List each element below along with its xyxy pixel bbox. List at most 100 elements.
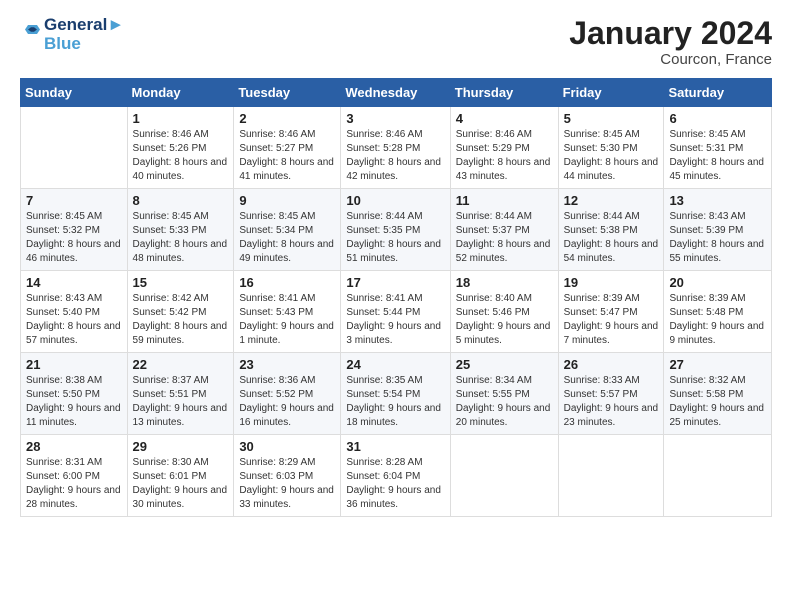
- day-info: Sunrise: 8:38 AM Sunset: 5:50 PM Dayligh…: [26, 374, 122, 430]
- day-info: Sunrise: 8:33 AM Sunset: 5:57 PM Dayligh…: [564, 374, 659, 430]
- header-saturday: Saturday: [664, 79, 772, 107]
- month-title: January 2024: [569, 16, 772, 51]
- daylight-text: Daylight: 8 hours and 59 minutes.: [133, 320, 229, 348]
- sunrise-text: Sunrise: 8:39 AM: [669, 292, 766, 306]
- daylight-text: Daylight: 9 hours and 20 minutes.: [456, 402, 553, 430]
- sunset-text: Sunset: 5:54 PM: [346, 388, 444, 402]
- day-info: Sunrise: 8:43 AM Sunset: 5:40 PM Dayligh…: [26, 292, 122, 348]
- day-info: Sunrise: 8:44 AM Sunset: 5:38 PM Dayligh…: [564, 210, 659, 266]
- sunset-text: Sunset: 5:29 PM: [456, 142, 553, 156]
- sunset-text: Sunset: 6:00 PM: [26, 470, 122, 484]
- sunset-text: Sunset: 6:03 PM: [239, 470, 335, 484]
- daylight-text: Daylight: 8 hours and 43 minutes.: [456, 156, 553, 184]
- day-number: 24: [346, 357, 444, 372]
- calendar-cell: 23 Sunrise: 8:36 AM Sunset: 5:52 PM Dayl…: [234, 353, 341, 435]
- day-number: 5: [564, 111, 659, 126]
- day-info: Sunrise: 8:41 AM Sunset: 5:44 PM Dayligh…: [346, 292, 444, 348]
- day-number: 1: [133, 111, 229, 126]
- calendar-cell: 9 Sunrise: 8:45 AM Sunset: 5:34 PM Dayli…: [234, 189, 341, 271]
- sunset-text: Sunset: 5:52 PM: [239, 388, 335, 402]
- daylight-text: Daylight: 9 hours and 33 minutes.: [239, 484, 335, 512]
- calendar-cell: 10 Sunrise: 8:44 AM Sunset: 5:35 PM Dayl…: [341, 189, 450, 271]
- calendar-cell: 25 Sunrise: 8:34 AM Sunset: 5:55 PM Dayl…: [450, 353, 558, 435]
- day-info: Sunrise: 8:45 AM Sunset: 5:34 PM Dayligh…: [239, 210, 335, 266]
- calendar-cell: 21 Sunrise: 8:38 AM Sunset: 5:50 PM Dayl…: [21, 353, 128, 435]
- sunset-text: Sunset: 5:58 PM: [669, 388, 766, 402]
- day-info: Sunrise: 8:45 AM Sunset: 5:31 PM Dayligh…: [669, 128, 766, 184]
- sunset-text: Sunset: 5:46 PM: [456, 306, 553, 320]
- day-info: Sunrise: 8:44 AM Sunset: 5:35 PM Dayligh…: [346, 210, 444, 266]
- day-number: 27: [669, 357, 766, 372]
- daylight-text: Daylight: 9 hours and 13 minutes.: [133, 402, 229, 430]
- daylight-text: Daylight: 8 hours and 55 minutes.: [669, 238, 766, 266]
- sunset-text: Sunset: 5:37 PM: [456, 224, 553, 238]
- sunset-text: Sunset: 5:51 PM: [133, 388, 229, 402]
- sunrise-text: Sunrise: 8:34 AM: [456, 374, 553, 388]
- sunset-text: Sunset: 5:38 PM: [564, 224, 659, 238]
- calendar-cell: 14 Sunrise: 8:43 AM Sunset: 5:40 PM Dayl…: [21, 271, 128, 353]
- daylight-text: Daylight: 9 hours and 36 minutes.: [346, 484, 444, 512]
- sunset-text: Sunset: 5:26 PM: [133, 142, 229, 156]
- day-number: 2: [239, 111, 335, 126]
- sunset-text: Sunset: 5:42 PM: [133, 306, 229, 320]
- day-number: 28: [26, 439, 122, 454]
- day-number: 22: [133, 357, 229, 372]
- sunrise-text: Sunrise: 8:45 AM: [564, 128, 659, 142]
- sunrise-text: Sunrise: 8:44 AM: [346, 210, 444, 224]
- calendar-table: Sunday Monday Tuesday Wednesday Thursday…: [20, 78, 772, 517]
- day-info: Sunrise: 8:35 AM Sunset: 5:54 PM Dayligh…: [346, 374, 444, 430]
- day-info: Sunrise: 8:28 AM Sunset: 6:04 PM Dayligh…: [346, 456, 444, 512]
- sunset-text: Sunset: 5:47 PM: [564, 306, 659, 320]
- daylight-text: Daylight: 9 hours and 23 minutes.: [564, 402, 659, 430]
- daylight-text: Daylight: 9 hours and 28 minutes.: [26, 484, 122, 512]
- sunset-text: Sunset: 5:32 PM: [26, 224, 122, 238]
- sunset-text: Sunset: 5:34 PM: [239, 224, 335, 238]
- calendar-cell: 2 Sunrise: 8:46 AM Sunset: 5:27 PM Dayli…: [234, 107, 341, 189]
- logo-text-line2: Blue: [44, 35, 124, 54]
- day-info: Sunrise: 8:37 AM Sunset: 5:51 PM Dayligh…: [133, 374, 229, 430]
- sunset-text: Sunset: 5:40 PM: [26, 306, 122, 320]
- day-info: Sunrise: 8:40 AM Sunset: 5:46 PM Dayligh…: [456, 292, 553, 348]
- sunrise-text: Sunrise: 8:46 AM: [133, 128, 229, 142]
- daylight-text: Daylight: 9 hours and 3 minutes.: [346, 320, 444, 348]
- logo-icon: [22, 22, 40, 40]
- daylight-text: Daylight: 8 hours and 52 minutes.: [456, 238, 553, 266]
- header: General► Blue January 2024 Courcon, Fran…: [20, 16, 772, 68]
- calendar-cell: 7 Sunrise: 8:45 AM Sunset: 5:32 PM Dayli…: [21, 189, 128, 271]
- day-info: Sunrise: 8:46 AM Sunset: 5:27 PM Dayligh…: [239, 128, 335, 184]
- sunset-text: Sunset: 5:33 PM: [133, 224, 229, 238]
- day-number: 16: [239, 275, 335, 290]
- calendar-cell: 29 Sunrise: 8:30 AM Sunset: 6:01 PM Dayl…: [127, 435, 234, 517]
- calendar-cell: 8 Sunrise: 8:45 AM Sunset: 5:33 PM Dayli…: [127, 189, 234, 271]
- day-info: Sunrise: 8:44 AM Sunset: 5:37 PM Dayligh…: [456, 210, 553, 266]
- daylight-text: Daylight: 8 hours and 57 minutes.: [26, 320, 122, 348]
- daylight-text: Daylight: 8 hours and 45 minutes.: [669, 156, 766, 184]
- title-area: January 2024 Courcon, France: [569, 16, 772, 68]
- day-number: 4: [456, 111, 553, 126]
- daylight-text: Daylight: 8 hours and 42 minutes.: [346, 156, 444, 184]
- day-info: Sunrise: 8:46 AM Sunset: 5:28 PM Dayligh…: [346, 128, 444, 184]
- calendar-cell: 28 Sunrise: 8:31 AM Sunset: 6:00 PM Dayl…: [21, 435, 128, 517]
- sunrise-text: Sunrise: 8:39 AM: [564, 292, 659, 306]
- day-number: 20: [669, 275, 766, 290]
- calendar-week-row: 28 Sunrise: 8:31 AM Sunset: 6:00 PM Dayl…: [21, 435, 772, 517]
- day-info: Sunrise: 8:32 AM Sunset: 5:58 PM Dayligh…: [669, 374, 766, 430]
- day-number: 11: [456, 193, 553, 208]
- header-friday: Friday: [558, 79, 664, 107]
- day-number: 12: [564, 193, 659, 208]
- calendar-cell: 19 Sunrise: 8:39 AM Sunset: 5:47 PM Dayl…: [558, 271, 664, 353]
- daylight-text: Daylight: 8 hours and 41 minutes.: [239, 156, 335, 184]
- header-thursday: Thursday: [450, 79, 558, 107]
- day-number: 30: [239, 439, 335, 454]
- daylight-text: Daylight: 9 hours and 1 minute.: [239, 320, 335, 348]
- daylight-text: Daylight: 8 hours and 40 minutes.: [133, 156, 229, 184]
- day-info: Sunrise: 8:43 AM Sunset: 5:39 PM Dayligh…: [669, 210, 766, 266]
- sunrise-text: Sunrise: 8:45 AM: [669, 128, 766, 142]
- calendar-cell: 30 Sunrise: 8:29 AM Sunset: 6:03 PM Dayl…: [234, 435, 341, 517]
- day-number: 17: [346, 275, 444, 290]
- day-info: Sunrise: 8:45 AM Sunset: 5:30 PM Dayligh…: [564, 128, 659, 184]
- sunrise-text: Sunrise: 8:31 AM: [26, 456, 122, 470]
- header-tuesday: Tuesday: [234, 79, 341, 107]
- day-number: 19: [564, 275, 659, 290]
- calendar-cell: [21, 107, 128, 189]
